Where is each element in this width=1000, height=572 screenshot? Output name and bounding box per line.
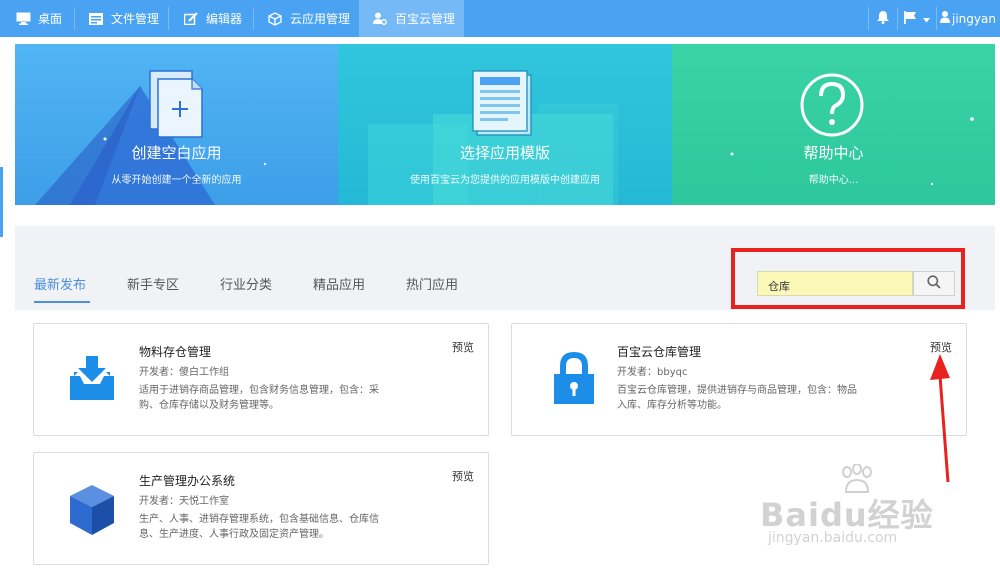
left-edge-marker bbox=[0, 167, 3, 237]
nav-label: 编辑器 bbox=[206, 12, 243, 26]
new-document-icon bbox=[149, 70, 203, 138]
template-icon bbox=[472, 70, 532, 136]
tab-premium[interactable]: 精品应用 bbox=[313, 274, 365, 293]
nav-item-editor[interactable]: 编辑器 bbox=[169, 0, 253, 37]
app-developer: 开发者：傻白工作组 bbox=[139, 367, 229, 378]
nav-label: 云应用管理 bbox=[290, 12, 351, 26]
nav-label: 文件管理 bbox=[111, 12, 160, 26]
cube-icon bbox=[267, 11, 283, 26]
banner-title: 创建空白应用 bbox=[131, 144, 222, 162]
app-description: 适用于进销存商品管理，包含财务信息管理，包含：采购、仓库存储以及财务管理等。 bbox=[139, 385, 379, 411]
nav-label: 百宝云管理 bbox=[395, 12, 456, 26]
flag-dropdown[interactable] bbox=[898, 0, 936, 37]
inbox-download-icon bbox=[70, 356, 114, 400]
app-card[interactable]: 生产管理办公系统 开发者：天悦工作室 生产、人事、进销存管理系统，包含基础信息、… bbox=[33, 452, 489, 565]
nav-item-baibaoyun[interactable]: 百宝云管理 bbox=[359, 0, 464, 37]
app-developer: 开发者：bbyqc bbox=[617, 367, 688, 378]
app-title: 生产管理办公系统 bbox=[139, 474, 236, 488]
preview-link[interactable]: 预览 bbox=[452, 468, 474, 484]
cube-icon bbox=[70, 485, 114, 535]
monitor-icon bbox=[15, 12, 31, 26]
app-card[interactable]: 物料存仓管理 开发者：傻白工作组 适用于进销存商品管理，包含财务信息管理，包含：… bbox=[33, 323, 489, 436]
banner-choose-template[interactable]: 选择应用模版 使用百宝云为您提供的应用模版中创建应用 bbox=[338, 44, 672, 205]
app-title: 物料存仓管理 bbox=[139, 345, 212, 359]
banner-create-blank-app[interactable]: 创建空白应用 从零开始创建一个全新的应用 bbox=[15, 44, 338, 205]
app-developer: 开发者：天悦工作室 bbox=[139, 496, 229, 507]
folder-icon bbox=[88, 12, 104, 26]
banner-subtitle: 使用百宝云为您提供的应用模版中创建应用 bbox=[410, 175, 600, 186]
nav-item-cloud-apps[interactable]: 云应用管理 bbox=[254, 0, 358, 37]
nav-divider bbox=[936, 7, 937, 30]
edit-icon bbox=[183, 12, 199, 26]
banner-subtitle: 从零开始创建一个全新的应用 bbox=[111, 175, 242, 186]
active-tab-indicator bbox=[34, 301, 90, 303]
app-card[interactable]: 百宝云仓库管理 开发者：bbyqc 百宝云仓库管理，提供进销存与商品管理，包含：… bbox=[511, 323, 967, 436]
nav-item-file-manager[interactable]: 文件管理 bbox=[75, 0, 168, 37]
lock-icon bbox=[554, 352, 594, 404]
user-cog-icon bbox=[372, 12, 388, 26]
tab-latest[interactable]: 最新发布 bbox=[34, 274, 86, 293]
search-highlight-annotation bbox=[731, 248, 965, 309]
tab-popular[interactable]: 热门应用 bbox=[406, 274, 458, 293]
user-icon bbox=[940, 11, 950, 26]
nav-label: 桌面 bbox=[38, 12, 63, 26]
notifications-button[interactable] bbox=[869, 0, 897, 37]
tab-industry[interactable]: 行业分类 bbox=[220, 274, 272, 293]
watermark-url: jingyan.baidu.com bbox=[768, 530, 898, 546]
question-circle-icon bbox=[800, 73, 864, 137]
username: jingyan bbox=[952, 11, 996, 26]
banner-title: 帮助中心 bbox=[803, 144, 864, 162]
banner-subtitle: 帮助中心... bbox=[808, 175, 859, 186]
caret-down-icon bbox=[923, 12, 930, 26]
preview-link[interactable]: 预览 bbox=[452, 339, 474, 355]
banner-help-center[interactable]: 帮助中心 帮助中心... bbox=[672, 44, 995, 205]
top-nav-bar: 桌面 文件管理 编辑器 云应用管理 百宝云管理 jingyan bbox=[0, 0, 1000, 37]
left-edge bbox=[0, 37, 4, 572]
bell-icon bbox=[877, 10, 889, 27]
nav-item-desktop[interactable]: 桌面 bbox=[0, 0, 75, 37]
flag-icon bbox=[904, 10, 917, 27]
user-menu[interactable]: jingyan bbox=[940, 0, 1000, 37]
app-description: 生产、人事、进销存管理系统，包含基础信息、仓库信息、生产进度、人事行政及固定资产… bbox=[139, 514, 379, 540]
baidu-jingyan-watermark: Baidu经验 jingyan.baidu.com bbox=[760, 462, 960, 562]
app-description: 百宝云仓库管理，提供进销存与商品管理，包含：物品入库、库存分析等功能。 bbox=[617, 385, 857, 411]
app-title: 百宝云仓库管理 bbox=[617, 345, 702, 359]
tab-beginner[interactable]: 新手专区 bbox=[127, 274, 179, 293]
banner-title: 选择应用模版 bbox=[459, 144, 550, 162]
